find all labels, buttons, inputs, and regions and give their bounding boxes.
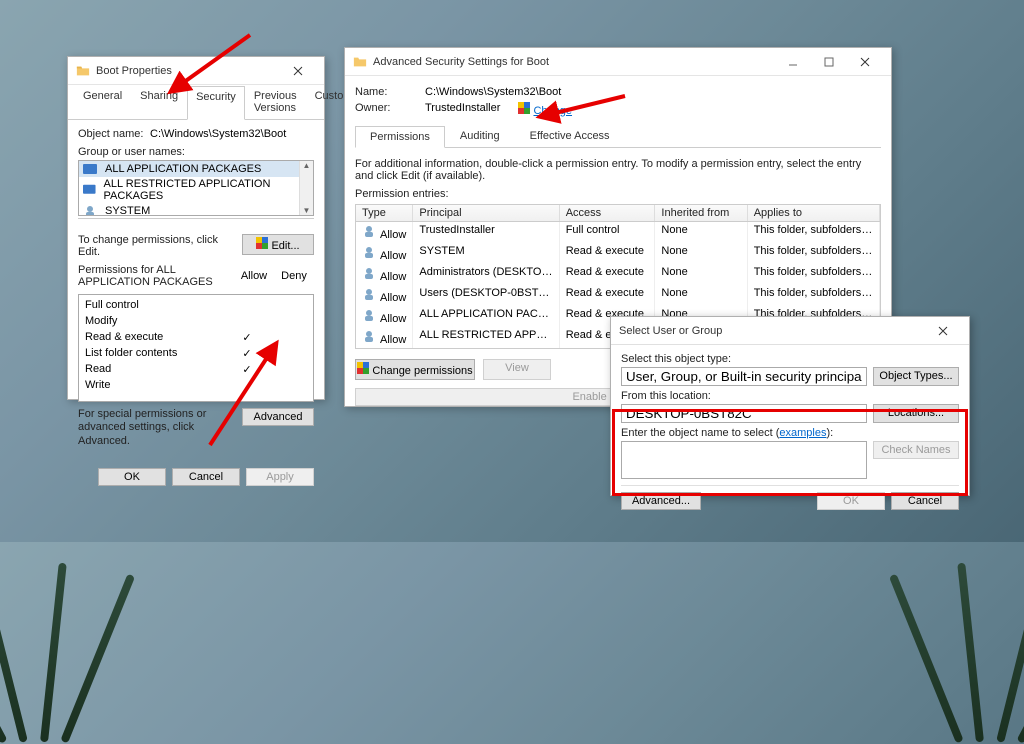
group-listbox[interactable]: ALL APPLICATION PACKAGES ALL RESTRICTED … xyxy=(78,160,314,216)
permission-row[interactable]: Modify xyxy=(85,313,307,329)
from-location-field[interactable] xyxy=(621,404,867,423)
folder-icon xyxy=(353,55,367,69)
list-item[interactable]: ALL APPLICATION PACKAGES xyxy=(79,161,313,177)
list-item[interactable]: ALL RESTRICTED APPLICATION PACKAGES xyxy=(79,177,313,203)
list-item[interactable]: SYSTEM xyxy=(79,203,313,216)
allow-header: Allow xyxy=(234,270,274,282)
group-icon xyxy=(83,204,97,216)
view-button[interactable]: View xyxy=(483,359,551,380)
table-row[interactable]: AllowTrustedInstallerFull controlNoneThi… xyxy=(356,222,880,243)
special-text: For special permissions or advanced sett… xyxy=(78,408,242,448)
apply-button[interactable]: Apply xyxy=(246,468,314,486)
col-access[interactable]: Access xyxy=(560,205,656,221)
table-row[interactable]: AllowSYSTEMRead & executeNoneThis folder… xyxy=(356,243,880,264)
minimize-button[interactable] xyxy=(775,50,811,74)
maximize-button[interactable] xyxy=(811,50,847,74)
table-row[interactable]: AllowUsers (DESKTOP-0BST82C\Use...Read &… xyxy=(356,285,880,306)
col-principal[interactable]: Principal xyxy=(413,205,559,221)
permission-row[interactable]: Write xyxy=(85,377,307,393)
user-icon xyxy=(362,329,376,343)
edit-button[interactable]: Edit... xyxy=(242,234,314,255)
permission-row[interactable]: Full control xyxy=(85,297,307,313)
user-icon xyxy=(362,308,376,322)
object-types-button[interactable]: Object Types... xyxy=(873,367,959,386)
close-button[interactable] xyxy=(280,59,316,83)
object-type-label: Select this object type: xyxy=(621,353,959,365)
tab-auditing[interactable]: Auditing xyxy=(445,125,515,147)
entries-label: Permission entries: xyxy=(355,188,881,200)
tab-previous-versions[interactable]: Previous Versions xyxy=(245,85,306,119)
group-label: Group or user names: xyxy=(78,146,314,158)
group-icon xyxy=(83,162,97,176)
user-icon xyxy=(362,266,376,280)
scrollbar[interactable]: ▲▼ xyxy=(299,161,313,215)
group-icon xyxy=(83,183,96,197)
shield-icon xyxy=(357,362,369,374)
cancel-button[interactable]: Cancel xyxy=(891,492,959,510)
boot-properties-window: Boot Properties General Sharing Security… xyxy=(67,56,325,400)
shield-icon xyxy=(518,102,530,114)
locations-button[interactable]: Locations... xyxy=(873,404,959,423)
user-icon xyxy=(362,224,376,238)
permission-row[interactable]: Read & execute✓ xyxy=(85,329,307,345)
object-name-input[interactable] xyxy=(621,441,867,479)
owner-value: TrustedInstaller xyxy=(425,102,500,117)
titlebar: Advanced Security Settings for Boot xyxy=(345,48,891,76)
window-title: Boot Properties xyxy=(96,65,280,77)
perms-for-label: Permissions for ALL APPLICATION PACKAGES xyxy=(78,264,228,288)
window-title: Advanced Security Settings for Boot xyxy=(373,56,775,68)
to-change-text: To change permissions, click Edit. xyxy=(78,234,242,258)
close-button[interactable] xyxy=(925,319,961,343)
permission-row[interactable]: List folder contents✓ xyxy=(85,345,307,361)
select-user-dialog: Select User or Group Select this object … xyxy=(610,316,970,496)
change-owner-link[interactable]: Change xyxy=(533,105,572,117)
permission-row[interactable]: Read✓ xyxy=(85,361,307,377)
from-location-label: From this location: xyxy=(621,390,959,402)
check-names-button[interactable]: Check Names xyxy=(873,441,959,459)
examples-link[interactable]: examples xyxy=(779,427,826,439)
ok-button[interactable]: OK xyxy=(817,492,885,510)
cancel-button[interactable]: Cancel xyxy=(172,468,240,486)
tab-general[interactable]: General xyxy=(74,85,131,119)
name-value: C:\Windows\System32\Boot xyxy=(425,86,561,98)
user-icon xyxy=(362,287,376,301)
object-name-value: C:\Windows\System32\Boot xyxy=(150,128,286,140)
tab-effective-access[interactable]: Effective Access xyxy=(515,125,625,147)
tab-security[interactable]: Security xyxy=(187,86,245,120)
advanced-button[interactable]: Advanced xyxy=(242,408,314,426)
note-text: For additional information, double-click… xyxy=(355,148,881,188)
shield-icon xyxy=(256,237,268,249)
name-label: Name: xyxy=(355,86,415,98)
object-type-field[interactable] xyxy=(621,367,867,386)
table-row[interactable]: AllowAdministrators (DESKTOP-0BS...Read … xyxy=(356,264,880,285)
enter-name-label: Enter the object name to select (example… xyxy=(621,427,959,439)
object-name-label: Object name: xyxy=(78,128,150,140)
folder-icon xyxy=(76,64,90,78)
col-type[interactable]: Type xyxy=(356,205,413,221)
permissions-list[interactable]: Full controlModifyRead & execute✓List fo… xyxy=(78,294,314,402)
advanced-button[interactable]: Advanced... xyxy=(621,492,701,510)
change-permissions-button[interactable]: Change permissions xyxy=(355,359,475,380)
deny-header: Deny xyxy=(274,270,314,282)
owner-label: Owner: xyxy=(355,102,415,117)
user-icon xyxy=(362,245,376,259)
close-button[interactable] xyxy=(847,50,883,74)
ok-button[interactable]: OK xyxy=(98,468,166,486)
tab-sharing[interactable]: Sharing xyxy=(131,85,187,119)
col-inherited[interactable]: Inherited from xyxy=(655,205,747,221)
titlebar: Boot Properties xyxy=(68,57,324,85)
window-title: Select User or Group xyxy=(619,325,925,337)
tab-permissions[interactable]: Permissions xyxy=(355,126,445,148)
tabs: General Sharing Security Previous Versio… xyxy=(68,85,324,120)
col-applies[interactable]: Applies to xyxy=(748,205,880,221)
